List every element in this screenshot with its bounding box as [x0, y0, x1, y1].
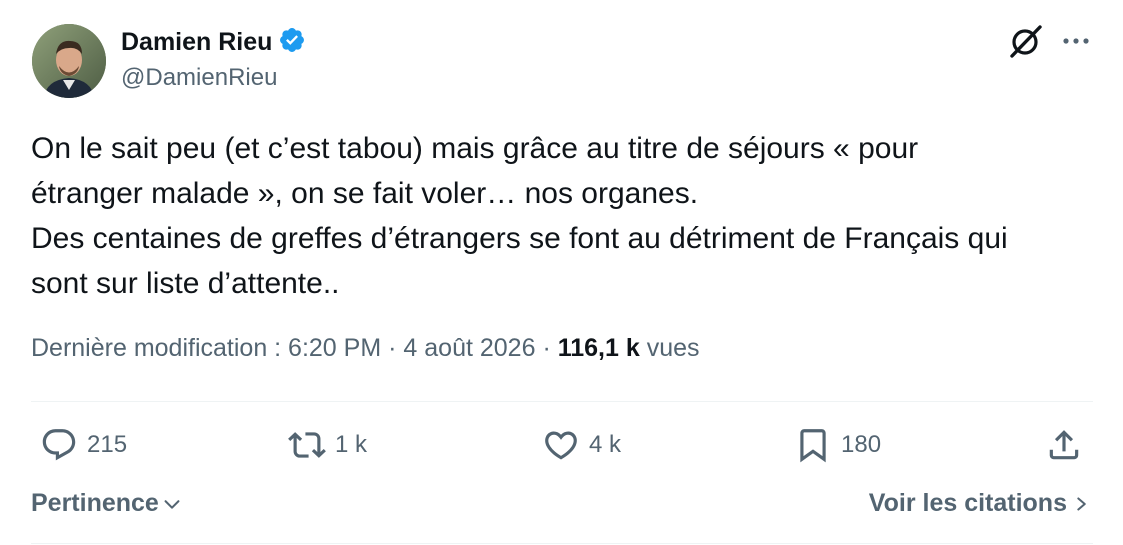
- repost-button[interactable]: 1 k: [288, 426, 367, 464]
- reply-button[interactable]: 215: [40, 426, 127, 464]
- author-name[interactable]: Damien Rieu: [121, 28, 272, 57]
- tweet-line: sont sur liste d’attente..: [31, 267, 340, 300]
- author-name-row[interactable]: Damien Rieu: [121, 26, 306, 59]
- tweet-meta: Dernière modification : 6:20 PM · 4 août…: [31, 334, 700, 363]
- divider: [31, 401, 1093, 402]
- sort-dropdown[interactable]: Pertinence: [31, 489, 183, 518]
- bookmark-icon: [800, 429, 826, 463]
- grok-icon[interactable]: [1007, 22, 1045, 60]
- sort-label: Pertinence: [31, 489, 159, 517]
- verified-badge-icon: [278, 26, 306, 59]
- meta-separator: ·: [542, 334, 551, 362]
- repost-icon: [288, 432, 326, 458]
- edited-timestamp[interactable]: Dernière modification : 6:20 PM: [31, 334, 381, 362]
- reply-count: 215: [87, 431, 128, 458]
- more-options-icon[interactable]: [1059, 26, 1093, 56]
- views-label: vues: [646, 334, 700, 362]
- bookmark-button[interactable]: 180: [794, 426, 881, 464]
- tweet-line: étranger malade », on se fait voler… nos…: [31, 177, 699, 210]
- author-handle[interactable]: @DamienRieu: [121, 64, 277, 92]
- avatar[interactable]: [32, 24, 106, 98]
- tweet-line: On le sait peu (et c’est tabou) mais grâ…: [31, 132, 919, 165]
- chevron-down-icon: [164, 499, 180, 509]
- view-quotes-link[interactable]: Voir les citations: [869, 489, 1091, 518]
- repost-count: 1 k: [335, 431, 368, 458]
- meta-separator: ·: [388, 334, 397, 362]
- tweet-text: On le sait peu (et c’est tabou) mais grâ…: [31, 126, 1101, 306]
- view-quotes-label: Voir les citations: [868, 489, 1067, 517]
- like-button[interactable]: 4 k: [542, 426, 621, 464]
- bookmark-count: 180: [841, 431, 882, 458]
- tweet-date[interactable]: 4 août 2026: [403, 334, 535, 362]
- views-count: 116,1 k: [557, 334, 640, 362]
- heart-icon: [545, 431, 577, 460]
- share-icon: [1049, 430, 1079, 460]
- chevron-right-icon: [1077, 496, 1086, 511]
- divider: [31, 543, 1093, 544]
- like-count: 4 k: [589, 431, 622, 458]
- tweet-line: Des centaines de greffes d’étrangers se …: [31, 222, 1008, 255]
- share-button[interactable]: [1045, 426, 1083, 464]
- reply-icon: [42, 429, 76, 461]
